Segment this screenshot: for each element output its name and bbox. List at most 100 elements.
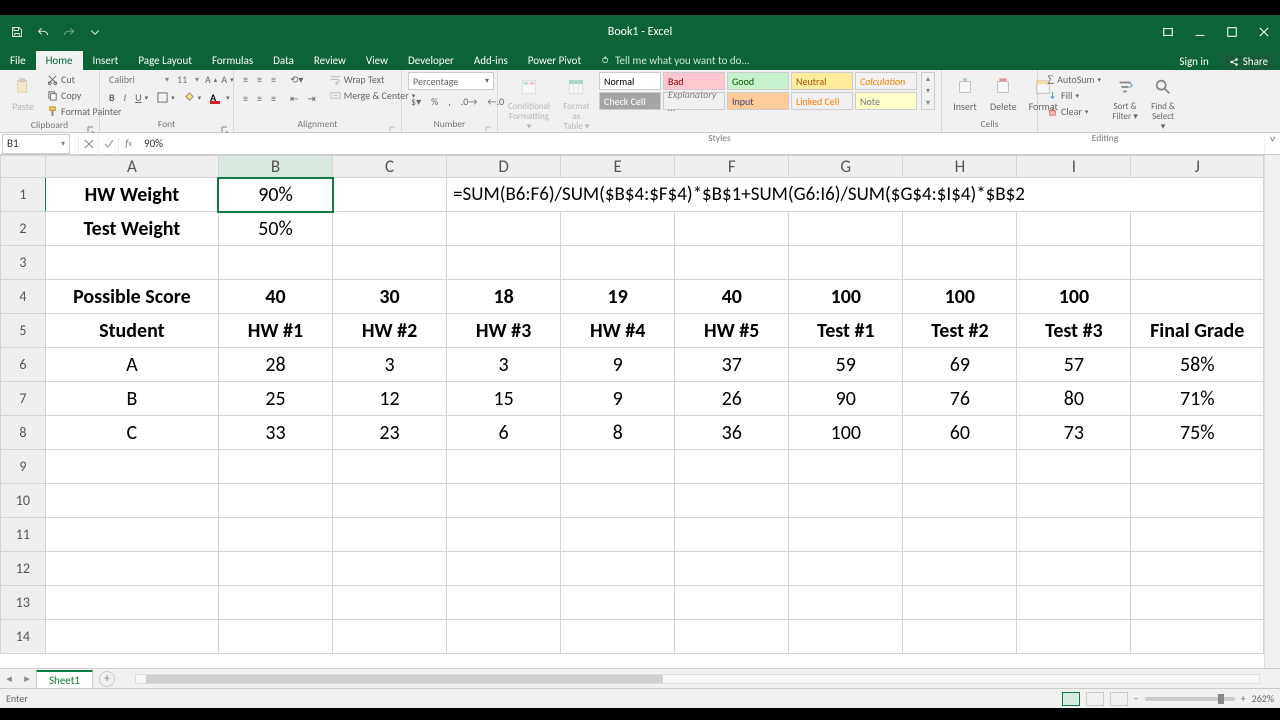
cell-G5[interactable]: Test #1 [789, 314, 903, 348]
cell-H7[interactable]: 76 [903, 382, 1017, 416]
row-header-12[interactable]: 12 [1, 552, 46, 586]
cell-A6[interactable]: A [45, 348, 218, 382]
cell-J6[interactable]: 58% [1131, 348, 1264, 382]
tab-addins[interactable]: Add-ins [464, 51, 518, 70]
gallery-more-icon[interactable]: ▾ [922, 97, 934, 109]
style-gallery-scroll[interactable]: ▴ ▾ ▾ [921, 72, 935, 110]
cell-D5[interactable]: HW #3 [447, 314, 561, 348]
increase-indent-icon[interactable]: ⇥ [304, 91, 318, 106]
tab-developer[interactable]: Developer [398, 51, 464, 70]
formula-bar-expand-icon[interactable]: ˅ [1264, 135, 1280, 153]
cell-C5[interactable]: HW #2 [333, 314, 447, 348]
close-icon[interactable] [1248, 20, 1280, 44]
tab-formulas[interactable]: Formulas [202, 51, 263, 70]
row-header-9[interactable]: 9 [1, 450, 46, 484]
col-header-F[interactable]: F [675, 156, 789, 178]
cell-E8[interactable]: 8 [561, 416, 675, 450]
col-header-A[interactable]: A [45, 156, 218, 178]
sheet-nav-next-icon[interactable]: ▸ [20, 672, 34, 686]
cell-B7[interactable]: 25 [218, 382, 332, 416]
row-header-2[interactable]: 2 [1, 212, 46, 246]
row-header-3[interactable]: 3 [1, 246, 46, 280]
comma-format-icon[interactable]: , [445, 94, 454, 109]
tab-view[interactable]: View [356, 51, 398, 70]
tell-me-search[interactable]: Tell me what you want to do... [591, 51, 760, 70]
gallery-up-icon[interactable]: ▴ [922, 73, 934, 85]
cell-F6[interactable]: 37 [675, 348, 789, 382]
row-header-10[interactable]: 10 [1, 484, 46, 518]
row-header-11[interactable]: 11 [1, 518, 46, 552]
autosum-button[interactable]: ∑ AutoSum ▾ [1044, 72, 1104, 87]
share-button[interactable]: Share [1221, 53, 1276, 70]
cell-G7[interactable]: 90 [789, 382, 903, 416]
sheet-nav-prev-icon[interactable]: ◂ [2, 672, 16, 686]
cell-C2[interactable] [333, 212, 447, 246]
style-explanatory[interactable]: Explanatory ... [663, 92, 725, 110]
number-format-select[interactable]: Percentage▾ [408, 72, 494, 90]
cell-B1[interactable]: 90% [218, 178, 332, 212]
tab-power-pivot[interactable]: Power Pivot [518, 51, 591, 70]
align-top-icon[interactable]: ≡ [240, 72, 251, 87]
cell-C1[interactable] [333, 178, 447, 212]
row-header-5[interactable]: 5 [1, 314, 46, 348]
align-left-icon[interactable]: ≡ [240, 91, 251, 106]
tab-file[interactable]: File [0, 51, 36, 70]
italic-button[interactable]: I [121, 90, 130, 105]
style-note[interactable]: Note [855, 92, 917, 110]
cell-I5[interactable]: Test #3 [1017, 314, 1131, 348]
style-calculation[interactable]: Calculation [855, 72, 917, 90]
sign-in-button[interactable]: Sign in [1171, 53, 1216, 70]
tab-page-layout[interactable]: Page Layout [128, 51, 202, 70]
col-header-B[interactable]: B [218, 156, 332, 178]
tab-review[interactable]: Review [304, 51, 356, 70]
format-as-table-button[interactable]: Format asTable ▾ [558, 72, 595, 132]
cell-G4[interactable]: 100 [789, 280, 903, 314]
align-center-icon[interactable]: ≡ [254, 91, 265, 106]
save-icon[interactable] [6, 21, 28, 43]
cell-A1[interactable]: HW Weight [45, 178, 218, 212]
name-box[interactable]: B1 ▾ [2, 134, 70, 154]
cell-A5[interactable]: Student [45, 314, 218, 348]
find-select-button[interactable]: Find &Select ▾ [1146, 72, 1180, 132]
zoom-in-icon[interactable]: + [1241, 692, 1246, 705]
cell-C7[interactable]: 12 [333, 382, 447, 416]
undo-icon[interactable] [32, 21, 54, 43]
cell-H8[interactable]: 60 [903, 416, 1017, 450]
col-header-C[interactable]: C [333, 156, 447, 178]
select-all-corner[interactable] [1, 156, 46, 178]
cell-G8[interactable]: 100 [789, 416, 903, 450]
horizontal-scrollbar[interactable] [135, 674, 1260, 684]
font-launcher-icon[interactable] [221, 120, 231, 130]
cell-A7[interactable]: B [45, 382, 218, 416]
tab-data[interactable]: Data [263, 51, 304, 70]
cell-H5[interactable]: Test #2 [903, 314, 1017, 348]
sheet-tab-sheet1[interactable]: Sheet1 [36, 670, 93, 689]
percent-format-icon[interactable]: % [428, 94, 441, 109]
col-header-J[interactable]: J [1131, 156, 1264, 178]
fx-icon[interactable]: fx [118, 135, 138, 153]
decrease-font-icon[interactable]: A▾ [220, 72, 234, 87]
decrease-indent-icon[interactable]: ⇤ [287, 91, 301, 106]
cell-I6[interactable]: 57 [1017, 348, 1131, 382]
gallery-down-icon[interactable]: ▾ [922, 85, 934, 97]
clear-button[interactable]: Clear ▾ [1044, 104, 1104, 119]
style-check-cell[interactable]: Check Cell [599, 92, 661, 110]
style-good[interactable]: Good [727, 72, 789, 90]
redo-icon[interactable] [58, 21, 80, 43]
style-input[interactable]: Input [727, 92, 789, 110]
view-normal-icon[interactable] [1062, 692, 1080, 706]
cell-E4[interactable]: 19 [561, 280, 675, 314]
row-header-1[interactable]: 1 [1, 178, 46, 212]
alignment-launcher-icon[interactable] [389, 120, 399, 130]
view-page-layout-icon[interactable] [1086, 692, 1104, 706]
col-header-E[interactable]: E [561, 156, 675, 178]
cell-F8[interactable]: 36 [675, 416, 789, 450]
col-header-G[interactable]: G [789, 156, 903, 178]
font-size-select[interactable]: 11▾ [174, 72, 202, 87]
cell-H4[interactable]: 100 [903, 280, 1017, 314]
underline-button[interactable]: U▾ [132, 90, 151, 105]
cell-I7[interactable]: 80 [1017, 382, 1131, 416]
cell-C8[interactable]: 23 [333, 416, 447, 450]
cell-C6[interactable]: 3 [333, 348, 447, 382]
orientation-icon[interactable]: ⟲▾ [287, 72, 319, 87]
